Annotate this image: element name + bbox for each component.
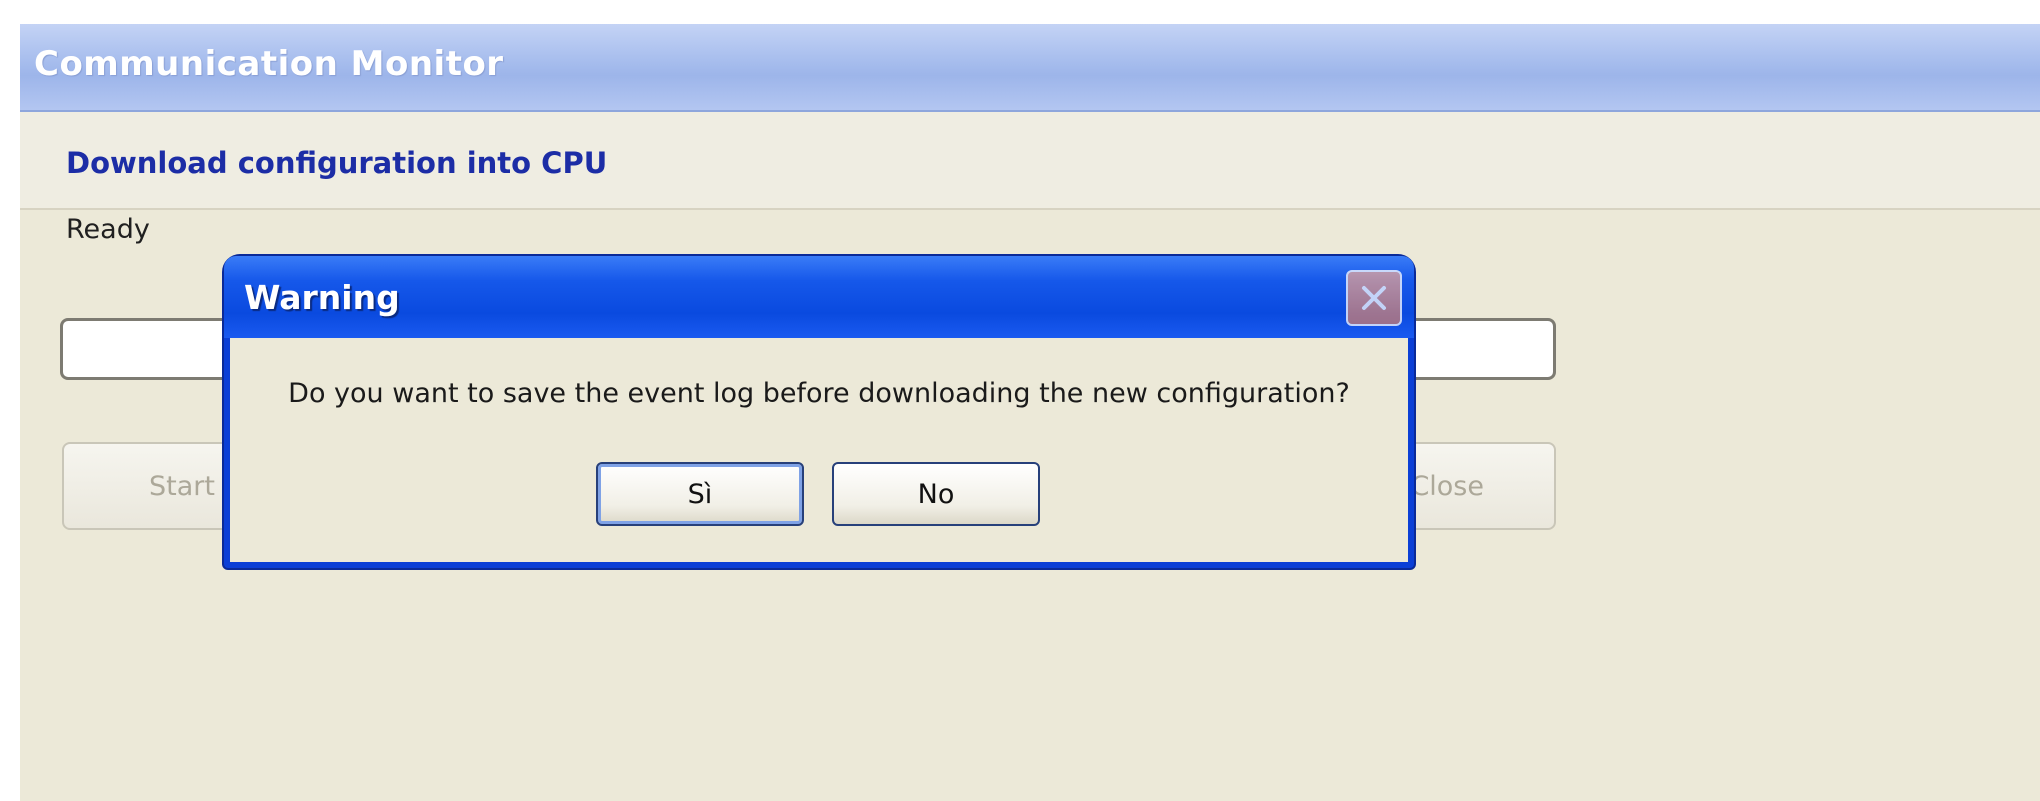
window-title: Communication Monitor xyxy=(34,44,504,84)
screen: Communication Monitor Download configura… xyxy=(0,0,2040,801)
warning-dialog: Warning Do you want to save the event lo… xyxy=(224,256,1414,568)
dialog-body: Do you want to save the event log before… xyxy=(230,338,1408,562)
window-header: Download configuration into CPU xyxy=(20,112,2040,210)
no-button[interactable]: No xyxy=(832,462,1040,526)
close-icon xyxy=(1362,286,1386,310)
dialog-title: Warning xyxy=(244,278,400,317)
dialog-close-button[interactable] xyxy=(1346,270,1402,326)
window-titlebar[interactable]: Communication Monitor xyxy=(20,24,2040,112)
dialog-message: Do you want to save the event log before… xyxy=(288,378,1350,409)
yes-button[interactable]: Sì xyxy=(596,462,804,526)
status-text: Ready xyxy=(66,214,150,245)
header-title: Download configuration into CPU xyxy=(66,146,608,180)
dialog-titlebar[interactable]: Warning xyxy=(224,256,1414,338)
